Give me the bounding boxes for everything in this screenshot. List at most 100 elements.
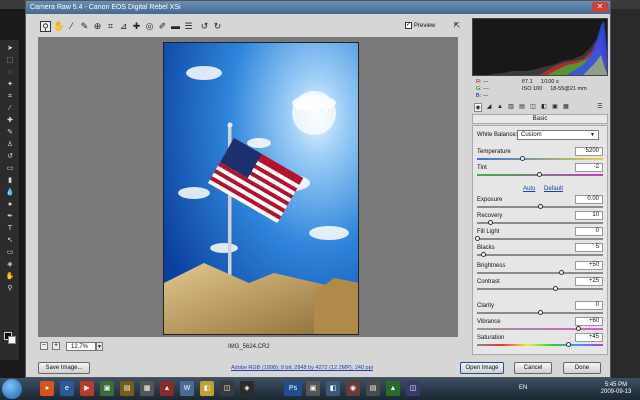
vibrance-value[interactable]: +60: [575, 317, 603, 326]
vibrance-slider-thumb[interactable]: [575, 326, 581, 331]
fill-light-value[interactable]: 0: [575, 227, 603, 236]
app5-icon[interactable]: ◧: [326, 381, 340, 396]
blacks-slider-track[interactable]: [477, 254, 603, 256]
hand-tool-icon[interactable]: ✋: [53, 21, 64, 32]
history-brush-tool-icon[interactable]: ↺: [5, 153, 15, 160]
brightness-slider-thumb[interactable]: [559, 270, 565, 275]
app2-icon[interactable]: ◫: [220, 381, 234, 396]
cancel-button[interactable]: Cancel: [514, 362, 552, 374]
saturation-slider-track[interactable]: [477, 344, 603, 346]
fill-light-slider-track[interactable]: [477, 238, 603, 240]
rotate-cw-icon[interactable]: ↻: [212, 21, 223, 32]
brightness-value[interactable]: +50: [575, 261, 603, 270]
default-link[interactable]: Default: [544, 186, 563, 192]
tab-tone-curve[interactable]: ◢: [485, 103, 493, 112]
crop-tool-icon[interactable]: ⌗: [105, 21, 116, 32]
red-eye-tool-icon[interactable]: ◎: [144, 21, 155, 32]
title-bar[interactable]: Camera Raw 5.4 - Canon EOS Digital Rebel…: [26, 1, 610, 14]
gradient-tool-icon[interactable]: ▮: [5, 177, 15, 184]
spot-removal-tool-icon[interactable]: ✚: [131, 21, 142, 32]
panel-menu-icon[interactable]: ☰: [596, 103, 604, 112]
photoshop-taskbar-button[interactable]: Ps: [284, 381, 302, 396]
app3-icon[interactable]: ◈: [240, 381, 254, 396]
preferences-icon[interactable]: ☰: [183, 21, 194, 32]
start-button[interactable]: [2, 379, 22, 399]
firefox-icon[interactable]: ●: [40, 381, 54, 396]
app-icon[interactable]: ▣: [100, 381, 114, 396]
contrast-slider-track[interactable]: [477, 288, 603, 290]
blacks-slider-thumb[interactable]: [481, 252, 487, 257]
color-sampler-tool-icon[interactable]: ✎: [79, 21, 90, 32]
tab-split-toning[interactable]: ▤: [518, 103, 526, 112]
recovery-value[interactable]: 10: [575, 211, 603, 220]
crop-tool-icon[interactable]: ⌗: [5, 93, 15, 100]
stamp-tool-icon[interactable]: ♙: [5, 141, 15, 148]
zoom-level[interactable]: 12.7%: [66, 342, 96, 351]
zoom-out-button[interactable]: −: [40, 342, 48, 350]
zoom-tool-icon[interactable]: ⚲: [40, 21, 51, 32]
saturation-slider-thumb[interactable]: [565, 342, 571, 347]
white-balance-select[interactable]: Custom ▼: [517, 130, 599, 140]
rotate-ccw-icon[interactable]: ↺: [199, 21, 210, 32]
type-tool-icon[interactable]: T: [5, 225, 15, 232]
media-icon[interactable]: ▶: [80, 381, 94, 396]
open-image-button[interactable]: Open Image: [460, 362, 504, 374]
zoom-dropdown-icon[interactable]: ▼: [96, 342, 103, 351]
close-button[interactable]: ✕: [592, 2, 608, 12]
folder-icon[interactable]: ▤: [120, 381, 134, 396]
temperature-slider-thumb[interactable]: [520, 156, 526, 161]
app8-icon[interactable]: ▲: [386, 381, 400, 396]
brush-tool-icon[interactable]: ✎: [5, 129, 15, 136]
save-image-button[interactable]: Save Image...: [38, 362, 90, 374]
ie-icon[interactable]: e: [60, 381, 74, 396]
blacks-value[interactable]: 5: [575, 243, 603, 252]
straighten-tool-icon[interactable]: ⊿: [118, 21, 129, 32]
dodge-tool-icon[interactable]: ●: [5, 201, 15, 208]
explorer-icon[interactable]: ◧: [200, 381, 214, 396]
tab-lens-corrections[interactable]: ◫: [529, 103, 537, 112]
tint-value[interactable]: -2: [575, 163, 603, 172]
tab-detail[interactable]: ▲: [496, 103, 504, 112]
magic-wand-tool-icon[interactable]: ✦: [5, 81, 15, 88]
eraser-tool-icon[interactable]: ▭: [5, 165, 15, 172]
tab-hsl[interactable]: ▥: [507, 103, 515, 112]
saturation-value[interactable]: +45: [575, 333, 603, 342]
vibrance-slider-track[interactable]: [477, 328, 603, 330]
hand-tool-icon[interactable]: ✋: [5, 273, 15, 280]
move-tool-icon[interactable]: ➤: [5, 45, 15, 52]
tab-basic[interactable]: ◉: [474, 103, 482, 112]
tab-snapshots[interactable]: ▦: [562, 103, 570, 112]
healing-tool-icon[interactable]: ✚: [5, 117, 15, 124]
recovery-slider-thumb[interactable]: [487, 220, 493, 225]
terminal-icon[interactable]: ▦: [140, 381, 154, 396]
exposure-slider-thumb[interactable]: [538, 204, 543, 209]
tint-slider-thumb[interactable]: [536, 172, 542, 177]
app7-icon[interactable]: ▤: [366, 381, 380, 396]
contrast-value[interactable]: +25: [575, 277, 603, 286]
temperature-slider-track[interactable]: [477, 158, 603, 160]
word-icon[interactable]: W: [180, 381, 194, 396]
done-button[interactable]: Done: [563, 362, 601, 374]
workflow-options-link[interactable]: Adobe RGB (1998); 8 bit; 2848 by 4272 (1…: [231, 364, 373, 372]
path-select-tool-icon[interactable]: ↖: [5, 237, 15, 244]
tab-camera-calibration[interactable]: ◧: [540, 103, 548, 112]
language-indicator[interactable]: EN: [519, 385, 527, 391]
image-canvas[interactable]: [38, 37, 458, 337]
clarity-slider-thumb[interactable]: [538, 310, 543, 315]
app4-icon[interactable]: ▣: [306, 381, 320, 396]
pen-tool-icon[interactable]: ✒: [5, 213, 15, 220]
clock[interactable]: 5:45 PM 2009-09-13: [595, 382, 637, 396]
eyedropper-tool-icon[interactable]: ⁄: [5, 105, 15, 112]
shape-tool-icon[interactable]: ▭: [5, 249, 15, 256]
contrast-slider-thumb[interactable]: [553, 286, 559, 291]
blur-tool-icon[interactable]: 💧: [5, 189, 15, 196]
clarity-value[interactable]: 0: [575, 301, 603, 310]
preview-checkbox[interactable]: ✓: [405, 22, 412, 29]
app9-icon[interactable]: ◫: [406, 381, 420, 396]
fill-light-slider-thumb[interactable]: [475, 236, 480, 241]
pdf-icon[interactable]: ▲: [160, 381, 174, 396]
app6-icon[interactable]: ◉: [346, 381, 360, 396]
adjustment-brush-icon[interactable]: ✐: [157, 21, 168, 32]
3d-tool-icon[interactable]: ◈: [5, 261, 15, 268]
background-color-swatch[interactable]: [8, 336, 16, 344]
